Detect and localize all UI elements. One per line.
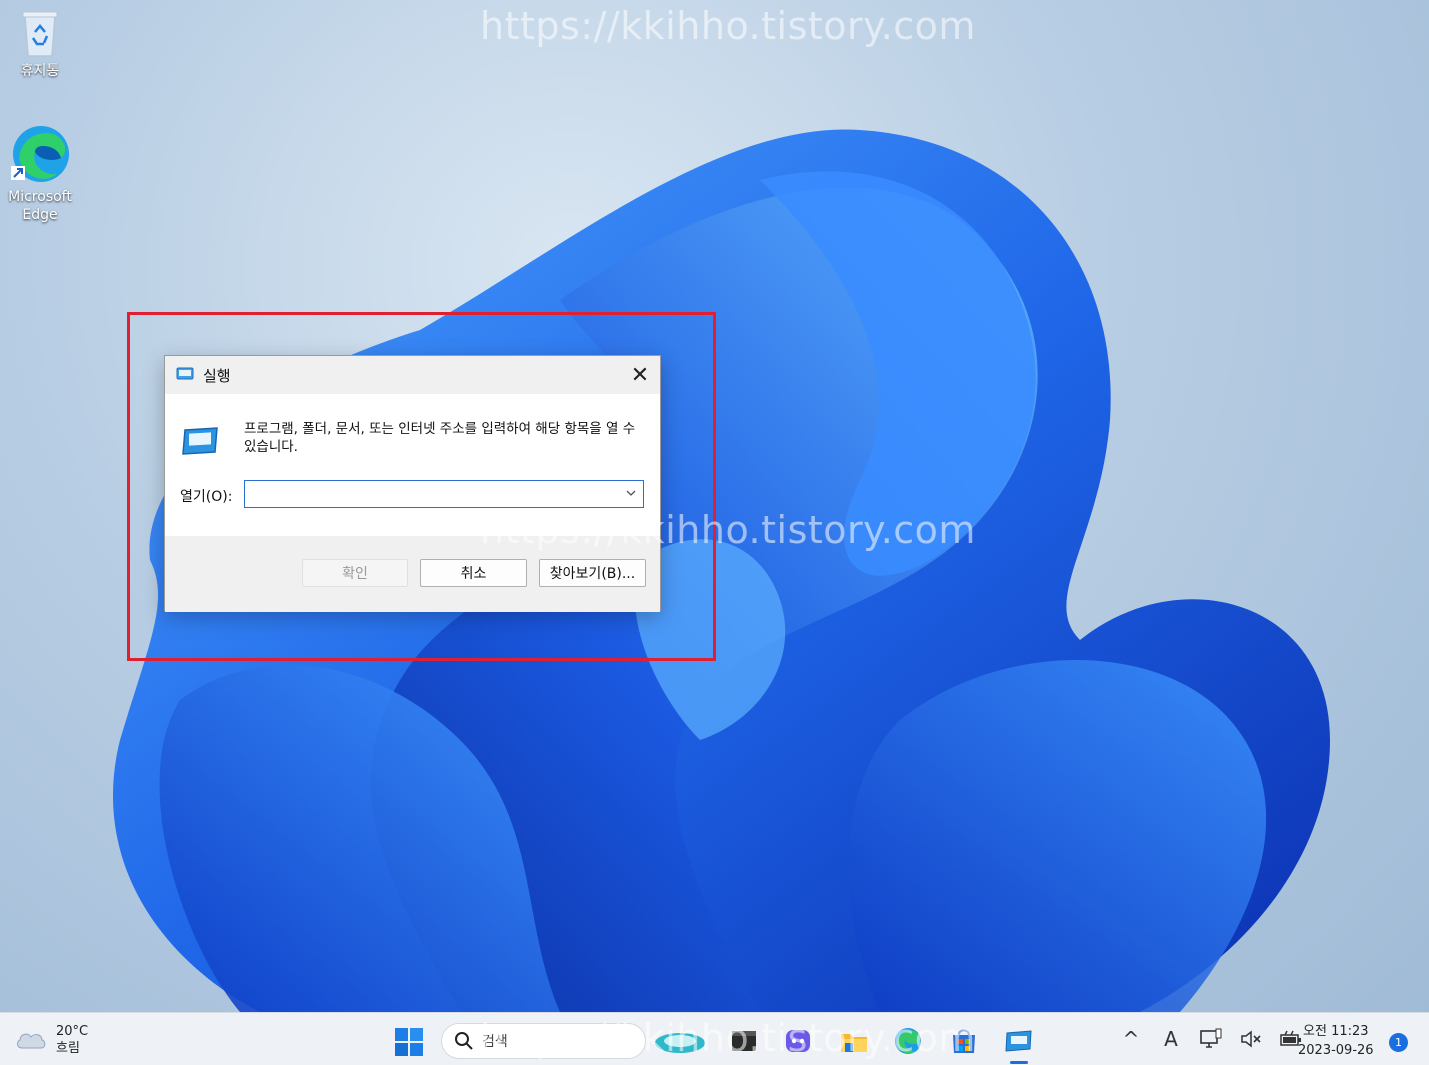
desktop-icon-label: 휴지통: [20, 63, 60, 79]
desktop-icon-edge[interactable]: Microsoft Edge: [0, 122, 80, 224]
dialog-body: 프로그램, 폴더, 문서, 또는 인터넷 주소를 입력하여 해당 항목을 열 수…: [165, 394, 660, 536]
ok-button[interactable]: 확인: [302, 559, 408, 587]
run-icon-large: [182, 427, 218, 455]
dialog-titlebar[interactable]: 실행 ✕: [165, 356, 660, 394]
browse-button[interactable]: 찾아보기(B)...: [539, 559, 646, 587]
search-icon: [455, 1032, 473, 1050]
terminal-icon: [732, 1031, 756, 1051]
dialog-title: 실행: [203, 367, 231, 385]
system-tray: ^ A: [1118, 1025, 1304, 1053]
open-input[interactable]: [245, 481, 615, 507]
ime-label: A: [1164, 1027, 1178, 1051]
taskbar-app-store[interactable]: [948, 1025, 980, 1057]
chevron-down-icon[interactable]: [625, 487, 637, 499]
taskbar-search[interactable]: 검색: [441, 1023, 646, 1059]
taskbar: 20°C 흐림 검색 ^ A 오전 11:23 2023-09-26 1: [0, 1012, 1429, 1065]
taskbar-app-discord[interactable]: [782, 1025, 814, 1057]
windows-logo-icon: [395, 1028, 423, 1056]
desktop-icon-label: Microsoft Edge: [8, 189, 72, 223]
copilot-icon: [655, 1033, 705, 1053]
weather-condition: 흐림: [56, 1041, 80, 1056]
taskbar-app-copilot[interactable]: [652, 1025, 708, 1057]
discord-icon: [786, 1030, 810, 1052]
tray-overflow-chevron[interactable]: ^: [1118, 1025, 1144, 1053]
desktop-icon-recycle-bin[interactable]: 휴지통: [0, 6, 80, 80]
clock-time: 오전 11:23: [1303, 1024, 1369, 1039]
open-label: 열기(O):: [180, 489, 233, 505]
open-combobox[interactable]: [244, 480, 644, 508]
ime-indicator[interactable]: A: [1158, 1025, 1184, 1053]
speaker-muted-icon: [1241, 1030, 1261, 1048]
file-explorer-icon: [841, 1034, 867, 1052]
weather-widget[interactable]: 20°C 흐림: [14, 1023, 88, 1057]
volume-muted-icon[interactable]: [1238, 1025, 1264, 1053]
run-dialog: 실행 ✕ 프로그램, 폴더, 문서, 또는 인터넷 주소를 입력하여 해당 항목…: [164, 355, 661, 612]
weather-temp: 20°C: [56, 1024, 89, 1039]
edge-icon: [895, 1028, 921, 1054]
notification-badge[interactable]: 1: [1389, 1033, 1408, 1052]
start-button[interactable]: [392, 1025, 426, 1059]
edge-icon: [11, 126, 69, 182]
recycle-bin-icon: [22, 11, 58, 57]
cancel-button[interactable]: 취소: [420, 559, 527, 587]
dialog-footer: 확인 취소 찾아보기(B)...: [165, 536, 660, 612]
run-icon: [176, 367, 194, 380]
active-app-indicator: [1010, 1061, 1028, 1064]
taskbar-app-edge[interactable]: [892, 1025, 924, 1057]
network-monitor-icon: [1200, 1028, 1222, 1048]
search-placeholder: 검색: [482, 1034, 508, 1050]
close-button[interactable]: ✕: [620, 356, 660, 394]
network-icon[interactable]: [1198, 1025, 1224, 1053]
taskbar-app-run[interactable]: [1003, 1025, 1035, 1057]
taskbar-app-file-explorer[interactable]: [838, 1025, 870, 1057]
clock[interactable]: 오전 11:23 2023-09-26: [1298, 1022, 1374, 1060]
dialog-description: 프로그램, 폴더, 문서, 또는 인터넷 주소를 입력하여 해당 항목을 열 수…: [244, 421, 636, 455]
run-icon: [1005, 1030, 1032, 1052]
taskbar-app-terminal[interactable]: [728, 1025, 760, 1057]
close-icon: ✕: [630, 362, 650, 388]
chevron-up-icon: ^: [1122, 1027, 1140, 1051]
cloud-icon: [17, 1033, 46, 1049]
clock-date: 2023-09-26: [1298, 1043, 1374, 1058]
store-icon: [953, 1029, 975, 1053]
